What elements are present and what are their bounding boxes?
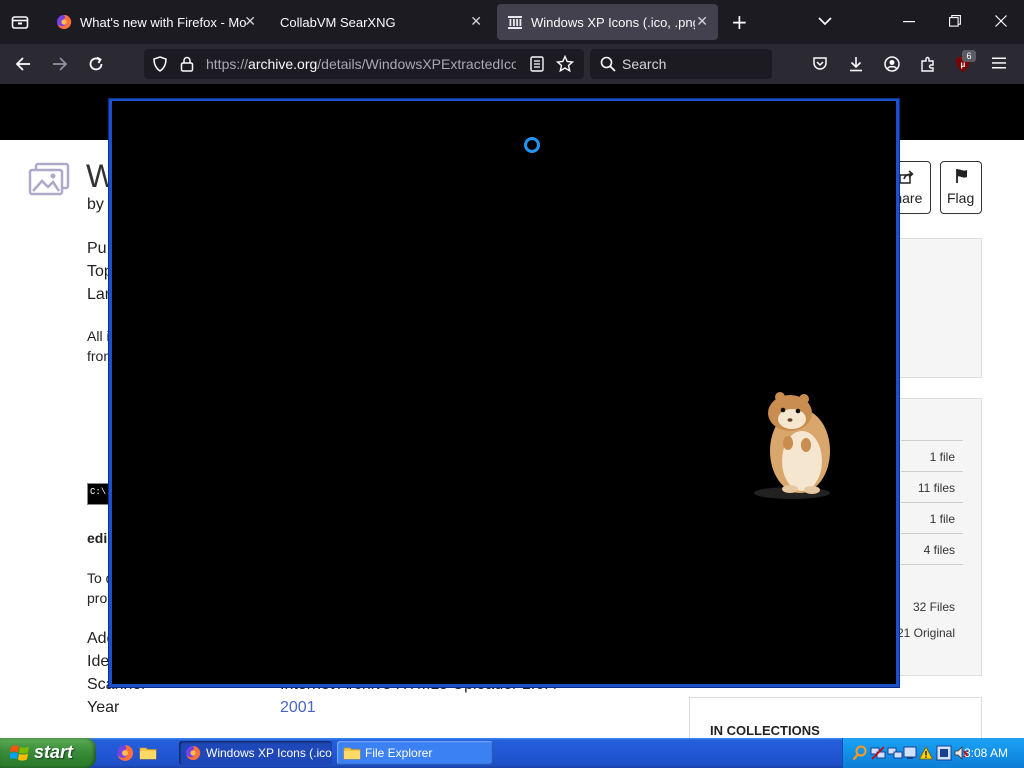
taskbar-button-firefox[interactable]: Windows XP Icons (.ico... xyxy=(179,741,332,765)
divider xyxy=(901,440,963,441)
meta-identifier-label: Ide xyxy=(87,653,110,670)
sidebar-panel-top xyxy=(888,238,982,378)
download-options-panel: 1 file 11 files 1 file 4 files 32 Files … xyxy=(888,398,982,676)
in-collections-heading: IN COLLECTIONS xyxy=(710,723,820,738)
account-icon[interactable] xyxy=(884,56,900,72)
tab-close-icon[interactable]: ✕ xyxy=(696,14,708,30)
start-label: start xyxy=(34,742,74,762)
share-icon xyxy=(899,170,914,184)
archive-icon xyxy=(508,16,522,29)
hamster-icon[interactable] xyxy=(750,391,840,501)
search-bar[interactable]: Search xyxy=(590,49,772,79)
author-by: by xyxy=(87,196,104,213)
original-files[interactable]: 21 Original xyxy=(897,626,955,640)
taskbar-button-file-explorer[interactable]: File Explorer xyxy=(337,741,493,765)
file-count[interactable]: 4 files xyxy=(924,543,955,557)
restore-icon[interactable] xyxy=(949,15,961,27)
url-path: /details/WindowsXPExtractedIcon xyxy=(317,56,516,72)
taskbar: start Windows XP Icons (.ico... File Exp… xyxy=(0,738,1024,768)
file-count[interactable]: 1 file xyxy=(930,450,955,464)
list-tabs-icon[interactable] xyxy=(818,16,832,26)
taskbar-button-label: File Explorer xyxy=(365,746,433,760)
taskbar-button-label: Windows XP Icons (.ico... xyxy=(206,746,332,760)
divider xyxy=(901,533,963,534)
folder-icon[interactable] xyxy=(139,744,157,762)
search-icon[interactable] xyxy=(852,745,868,761)
lock-icon[interactable] xyxy=(180,56,194,72)
tab-close-icon[interactable]: ✕ xyxy=(244,14,256,30)
new-tab-icon[interactable]: + xyxy=(731,10,748,34)
instruction-line-2: pro xyxy=(87,590,108,606)
extensions-icon[interactable] xyxy=(920,56,936,72)
media-overlay[interactable] xyxy=(109,99,899,687)
tab-title: CollabVM SearXNG xyxy=(280,14,396,30)
navigation-bar: https://archive.org/details/WindowsXPExt… xyxy=(0,44,1024,84)
tab-title: Windows XP Icons (.ico, .png) · xyxy=(531,14,695,30)
file-count[interactable]: 1 file xyxy=(930,512,955,526)
collections-panel: IN COLLECTIONS xyxy=(689,697,982,738)
file-count[interactable]: 11 files xyxy=(918,481,955,495)
firefox-icon xyxy=(186,745,201,760)
description-line-2: fron xyxy=(87,348,112,364)
meta-year-label: Year xyxy=(87,699,120,716)
warning-icon[interactable] xyxy=(919,746,933,760)
url-text[interactable]: https://archive.org/details/WindowsXPExt… xyxy=(206,56,516,72)
meta-language: Lar xyxy=(87,286,111,303)
flag-label: Flag xyxy=(947,190,975,206)
url-prefix: https:// xyxy=(206,56,249,72)
firefox-icon xyxy=(57,14,72,29)
windows-logo-icon xyxy=(10,745,29,761)
bookmark-star-icon[interactable] xyxy=(556,55,574,73)
close-icon[interactable] xyxy=(995,15,1007,27)
flag-icon xyxy=(956,169,967,183)
firefox-icon[interactable] xyxy=(116,744,134,762)
system-tray: 3:08 AM xyxy=(842,738,1024,768)
network-icon[interactable] xyxy=(903,745,917,761)
search-icon xyxy=(600,56,616,72)
total-files[interactable]: 32 Files xyxy=(913,600,955,614)
meta-publication: Pu xyxy=(87,240,107,257)
url-host: archive.org xyxy=(248,56,318,72)
download-icon[interactable] xyxy=(848,56,864,72)
tab-list-icon[interactable] xyxy=(11,14,29,30)
divider xyxy=(901,471,963,472)
extensions-badge: 6 xyxy=(962,50,976,62)
reader-icon[interactable] xyxy=(530,56,544,72)
divider xyxy=(901,502,963,503)
tab-firefox-whats-new[interactable]: What's new with Firefox - More ✕ xyxy=(46,4,266,40)
flag-button[interactable]: Flag xyxy=(940,161,982,214)
network-icon[interactable] xyxy=(887,745,903,761)
search-placeholder: Search xyxy=(622,56,667,72)
divider xyxy=(901,564,963,565)
volume-icon[interactable] xyxy=(936,745,952,761)
clock[interactable]: 3:08 AM xyxy=(964,746,1008,760)
meta-year-value[interactable]: 2001 xyxy=(280,699,316,717)
cmd-label: C:\ xyxy=(90,487,107,497)
description-line-1: All i xyxy=(87,328,110,344)
image-collection-icon xyxy=(28,162,70,196)
back-icon[interactable] xyxy=(15,56,31,72)
tab-close-icon[interactable]: ✕ xyxy=(470,14,482,30)
loading-spinner-icon xyxy=(524,137,540,153)
edit-heading: edi xyxy=(87,530,108,546)
network-icon[interactable] xyxy=(870,745,886,761)
url-bar[interactable]: https://archive.org/details/WindowsXPExt… xyxy=(144,49,584,79)
minimize-icon[interactable] xyxy=(903,21,915,23)
start-button[interactable]: start xyxy=(0,738,96,768)
shield-icon[interactable] xyxy=(152,56,168,72)
forward-icon[interactable] xyxy=(52,56,68,72)
pocket-icon[interactable] xyxy=(812,56,828,72)
tab-collabvm-searxng[interactable]: CollabVM SearXNG ✕ xyxy=(270,4,492,40)
tab-title: What's new with Firefox - More xyxy=(80,14,246,30)
tab-windows-xp-icons[interactable]: Windows XP Icons (.ico, .png) · ✕ xyxy=(497,4,718,40)
tab-strip: What's new with Firefox - More ✕ CollabV… xyxy=(0,0,1024,44)
menu-icon[interactable] xyxy=(992,57,1006,69)
reload-icon[interactable] xyxy=(88,56,104,72)
folder-icon xyxy=(343,747,361,760)
